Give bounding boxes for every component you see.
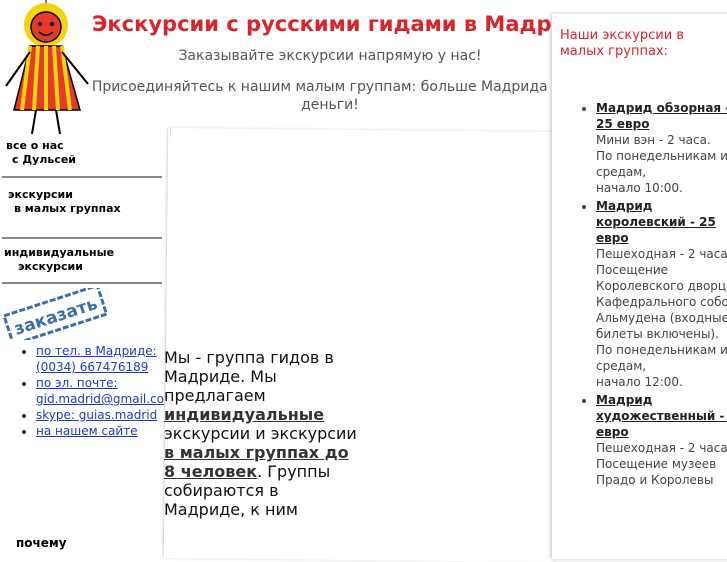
sidebar-divider xyxy=(2,237,162,239)
tour-desc: По понедельникам и средам, xyxy=(596,149,727,179)
tour-item-royal[interactable]: Мадрид королевский - 25 евро Пешеходная … xyxy=(596,198,727,390)
join-line-1: Присоединяйтесь к нашим малым группам: б… xyxy=(91,79,569,95)
tour-desc: начало 12:00. xyxy=(596,375,683,389)
about-line-2: с Дульсей xyxy=(12,153,77,166)
tour-desc: Пешеходная - 2 часа . xyxy=(596,441,727,455)
individual-tours-link[interactable]: индивидуальные xyxy=(164,405,324,424)
order-stamp-button[interactable]: заказать xyxy=(0,288,110,340)
tour-desc: Пешеходная - 2 часа . xyxy=(596,247,727,261)
page-subtitle: Заказывайте экскурсии напрямую у нас! xyxy=(178,48,482,64)
tour-desc: Посещение музеев Прадо и Королевы xyxy=(596,457,717,487)
tour-list: Мадрид обзорная - 25 евро Мини вэн - 2 ч… xyxy=(576,100,727,490)
tour-desc: По понедельникам и средам, xyxy=(596,343,727,373)
tour-name[interactable]: Мадрид королевский - 25 евро xyxy=(596,199,716,245)
paper-edge xyxy=(170,128,171,134)
sidebar-divider xyxy=(2,282,162,284)
tour-name[interactable]: Мадрид обзорная - 25 евро xyxy=(596,101,727,131)
tour-item-art[interactable]: Мадрид художественный - 25 евро Пешеходн… xyxy=(596,392,727,488)
sidebar-divider xyxy=(2,176,162,178)
tour-desc: Мини вэн - 2 часа. xyxy=(596,133,711,147)
tour-desc: Посещение Королевского дворца, Кафедраль… xyxy=(596,263,727,341)
group-tours-line-2: в малых группах xyxy=(14,202,121,215)
intro-paragraph: Мы - группа гидов в Мадриде. Мы предлага… xyxy=(164,348,364,519)
group-tours-line-1: экскурсии xyxy=(8,188,73,201)
sidebar-item-individual-tours[interactable]: индивидуальные экскурсии xyxy=(4,246,154,274)
tour-name[interactable]: Мадрид художественный - 25 евро xyxy=(596,393,727,439)
tour-item-overview[interactable]: Мадрид обзорная - 25 евро Мини вэн - 2 ч… xyxy=(596,100,727,196)
join-groups-text: Присоединяйтесь к нашим малым группам: б… xyxy=(90,78,570,114)
about-us-link[interactable]: все о нас с Дульсей xyxy=(6,139,86,167)
dulcie-mascot-logo[interactable] xyxy=(0,0,92,140)
intro-text-2: экскурсии и экскурсии xyxy=(164,424,357,443)
sidebar-item-group-tours[interactable]: экскурсии в малых группах xyxy=(8,188,158,216)
tour-desc: начало 10:00. xyxy=(596,181,683,195)
why-heading: почему xyxy=(16,536,67,550)
individual-line-1: индивидуальные xyxy=(4,246,115,259)
intro-text-1: Мы - группа гидов в Мадриде. Мы предлага… xyxy=(164,348,334,405)
page-title: Экскурсии с русскими гидами в Мадр xyxy=(92,12,552,36)
about-line-1: все о нас xyxy=(6,139,64,152)
intro-text-3: . xyxy=(257,462,263,481)
individual-line-2: экскурсии xyxy=(18,260,83,273)
side-panel-title: Наши экскурсии в малых группах: xyxy=(560,28,684,59)
join-line-2: деньги! xyxy=(301,97,359,113)
